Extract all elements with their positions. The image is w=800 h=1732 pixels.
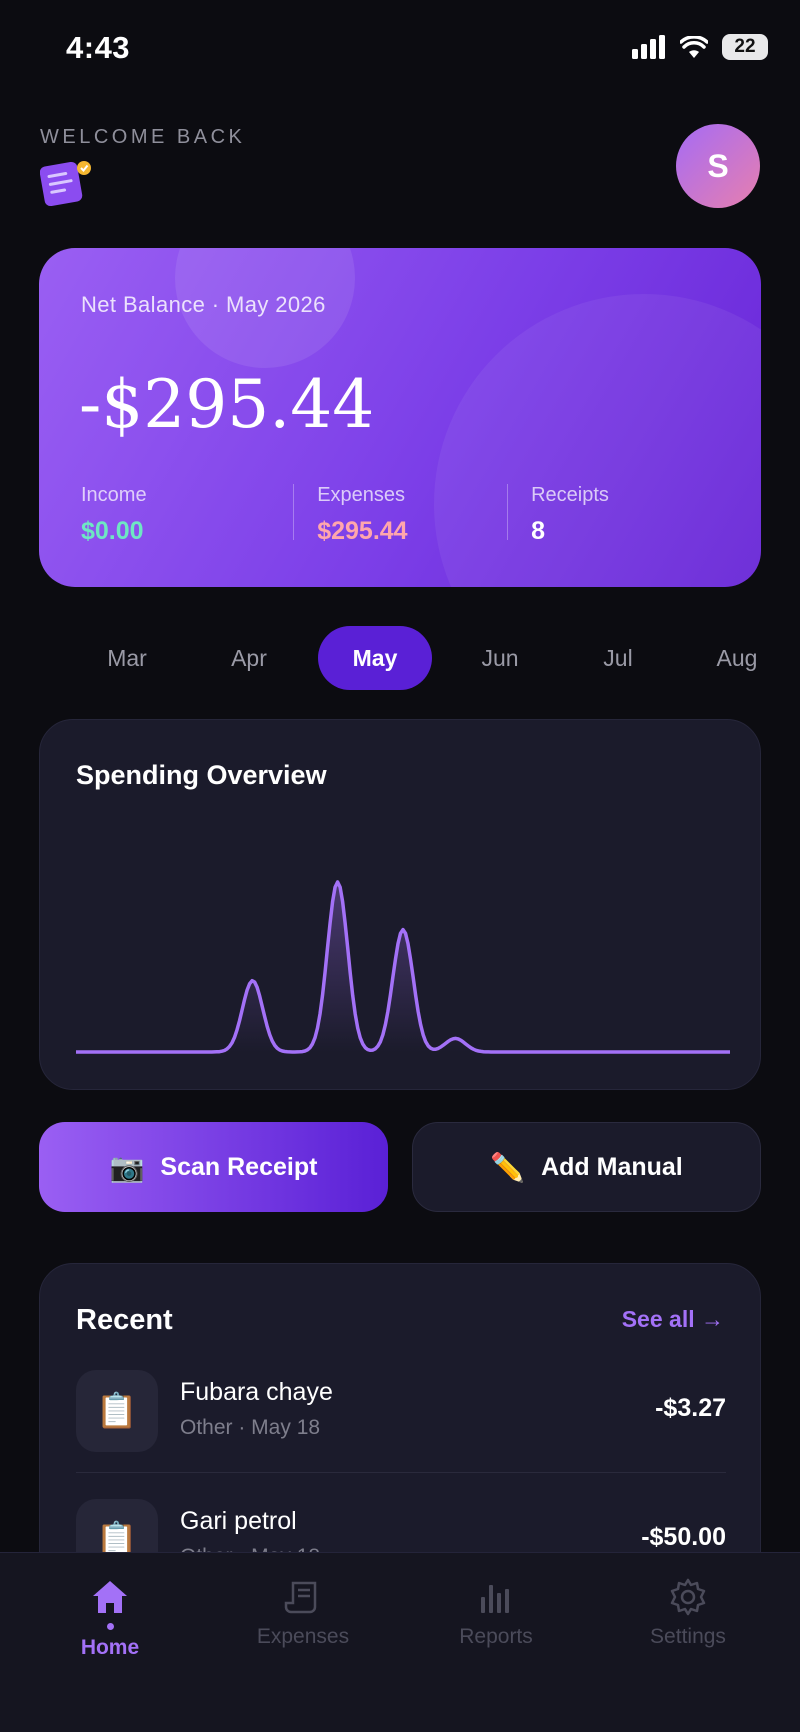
clipboard-icon: 📋 xyxy=(76,1370,158,1452)
nav-expenses[interactable]: Expenses xyxy=(233,1577,373,1649)
month-tab-jun[interactable]: Jun xyxy=(465,626,535,690)
avatar[interactable]: S xyxy=(676,124,760,208)
receipt-icon xyxy=(284,1581,317,1614)
gear-icon xyxy=(670,1578,706,1616)
battery-icon: 22 xyxy=(722,34,768,60)
month-tab-aug[interactable]: Aug xyxy=(702,626,772,690)
transaction-row[interactable]: 📋 Fubara chaye Other · May 18 -$3.27 xyxy=(76,1370,726,1454)
net-balance-card: Net Balance · May 2026 -$295.44 Income $… xyxy=(39,248,761,587)
transaction-meta: Other · May 18 xyxy=(180,1416,321,1439)
net-balance-label: Net Balance · May 2026 xyxy=(81,292,326,317)
nav-reports[interactable]: Reports xyxy=(426,1577,566,1649)
wifi-icon xyxy=(680,36,708,58)
month-tab-mar[interactable]: Mar xyxy=(92,626,162,690)
receipts-label: Receipts xyxy=(531,484,609,506)
add-manual-label: Add Manual xyxy=(541,1152,683,1181)
scan-receipt-label: Scan Receipt xyxy=(160,1152,318,1181)
month-tab-apr[interactable]: Apr xyxy=(214,626,284,690)
income-value: $0.00 xyxy=(81,517,144,545)
nav-reports-label: Reports xyxy=(459,1625,533,1648)
nav-home-label: Home xyxy=(80,1636,140,1659)
income-stat: Income $0.00 xyxy=(81,484,293,546)
spending-overview-card: Spending Overview xyxy=(39,719,761,1090)
month-selector: Mar Apr May Jun Jul Aug xyxy=(0,626,800,690)
camera-icon: 📷 xyxy=(109,1151,145,1183)
spending-area-fill xyxy=(76,882,730,1052)
active-indicator xyxy=(106,1623,114,1630)
nav-home[interactable]: Home xyxy=(40,1577,180,1660)
nav-settings[interactable]: Settings xyxy=(618,1577,758,1649)
receipts-value: 8 xyxy=(531,517,546,545)
income-label: Income xyxy=(81,484,147,506)
cellular-signal-icon xyxy=(632,35,665,59)
expenses-label: Expenses xyxy=(317,484,406,506)
scan-receipt-button[interactable]: 📷 Scan Receipt xyxy=(39,1122,388,1212)
transaction-amount: -$50.00 xyxy=(641,1523,726,1551)
expenses-stat: Expenses $295.44 xyxy=(293,484,507,546)
status-time: 4:43 xyxy=(66,30,131,65)
nav-expenses-label: Expenses xyxy=(256,1625,350,1648)
bar-chart-icon xyxy=(481,1585,509,1613)
row-divider xyxy=(76,1472,726,1473)
transaction-name: Gari petrol xyxy=(180,1507,297,1535)
welcome-label: WELCOME BACK xyxy=(40,126,246,148)
status-bar: 4:43 22 xyxy=(0,0,800,96)
add-manual-button[interactable]: ✏️ Add Manual xyxy=(412,1122,761,1212)
nav-settings-label: Settings xyxy=(650,1625,726,1648)
recent-title: Recent xyxy=(76,1304,173,1336)
receipts-stat: Receipts 8 xyxy=(507,484,721,546)
spending-chart xyxy=(76,880,730,1054)
status-icons: 22 xyxy=(632,34,768,60)
home-icon xyxy=(93,1581,127,1613)
balance-stats: Income $0.00 Expenses $295.44 Receipts 8 xyxy=(81,484,721,546)
see-all-link[interactable]: See all → xyxy=(622,1306,724,1333)
expenses-value: $295.44 xyxy=(317,517,408,545)
transaction-amount: -$3.27 xyxy=(655,1394,726,1422)
month-tab-may[interactable]: May xyxy=(318,626,432,690)
receipt-logo-icon xyxy=(40,161,91,207)
bottom-navigation: Home Expenses Reports Settings xyxy=(0,1552,800,1732)
transaction-name: Fubara chaye xyxy=(180,1378,333,1406)
month-tab-jul[interactable]: Jul xyxy=(583,626,653,690)
net-balance-amount: -$295.44 xyxy=(79,366,375,443)
pencil-icon: ✏️ xyxy=(490,1151,526,1183)
